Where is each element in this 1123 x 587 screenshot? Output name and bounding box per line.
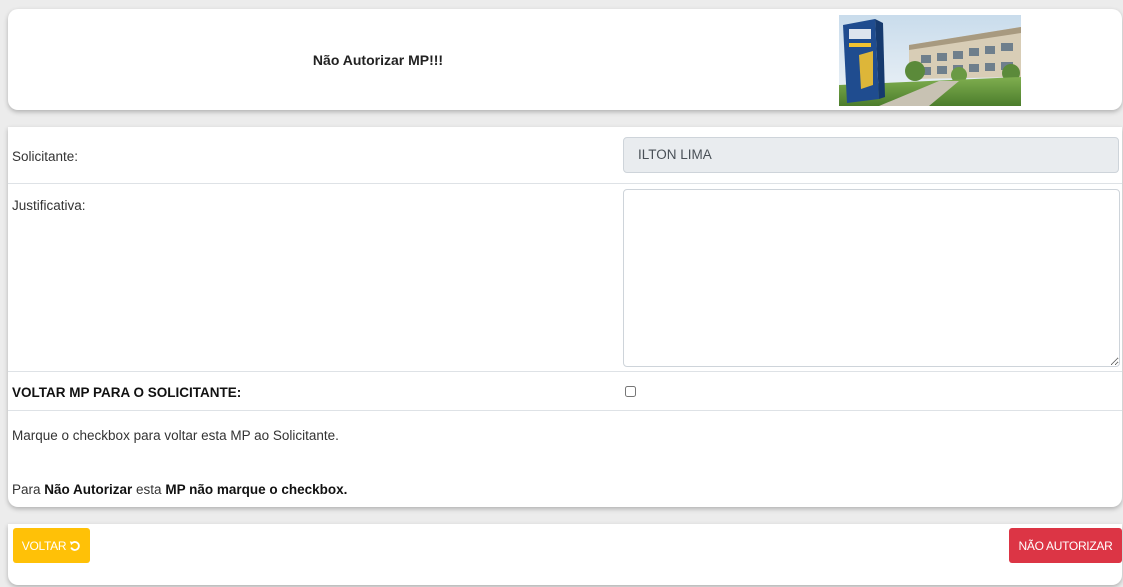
- button-bar: VOLTAR NÃO AUTORIZAR: [8, 524, 1122, 585]
- deny-button[interactable]: NÃO AUTORIZAR: [1009, 528, 1122, 563]
- solicitante-label: Solicitante:: [12, 149, 79, 164]
- voltar-label: VOLTAR MP PARA O SOLICITANTE:: [12, 385, 242, 400]
- info-text-2-bold2: MP não marque o checkbox.: [165, 482, 348, 497]
- voltar-row: VOLTAR MP PARA O SOLICITANTE:: [8, 371, 1122, 411]
- info-text-2: Para Não Autorizar esta MP não marque o …: [12, 482, 347, 497]
- justificativa-textarea[interactable]: [623, 189, 1120, 367]
- page: Não Autorizar MP!!! Solicitante: ILTON L…: [0, 0, 1123, 587]
- header-card: Não Autorizar MP!!!: [8, 9, 1122, 110]
- back-button[interactable]: VOLTAR: [13, 528, 90, 563]
- solicitante-field[interactable]: ILTON LIMA: [623, 137, 1119, 173]
- form-card: Solicitante: ILTON LIMA Justificativa: V…: [8, 127, 1122, 507]
- info-text-2-part2: esta: [132, 482, 166, 497]
- campus-building-image: [839, 15, 1021, 106]
- back-button-label: VOLTAR: [21, 538, 67, 553]
- voltar-checkbox[interactable]: [625, 386, 636, 397]
- info-text-2-bold1: Não Autorizar: [44, 482, 133, 497]
- info-text-2-part1: Para: [12, 482, 45, 497]
- page-title: Não Autorizar MP!!!: [312, 51, 444, 68]
- justificativa-label: Justificativa:: [12, 198, 86, 213]
- info-text-1: Marque o checkbox para voltar esta MP ao…: [12, 428, 339, 443]
- undo-icon: [69, 540, 81, 552]
- solicitante-row: Solicitante: ILTON LIMA: [8, 127, 1122, 184]
